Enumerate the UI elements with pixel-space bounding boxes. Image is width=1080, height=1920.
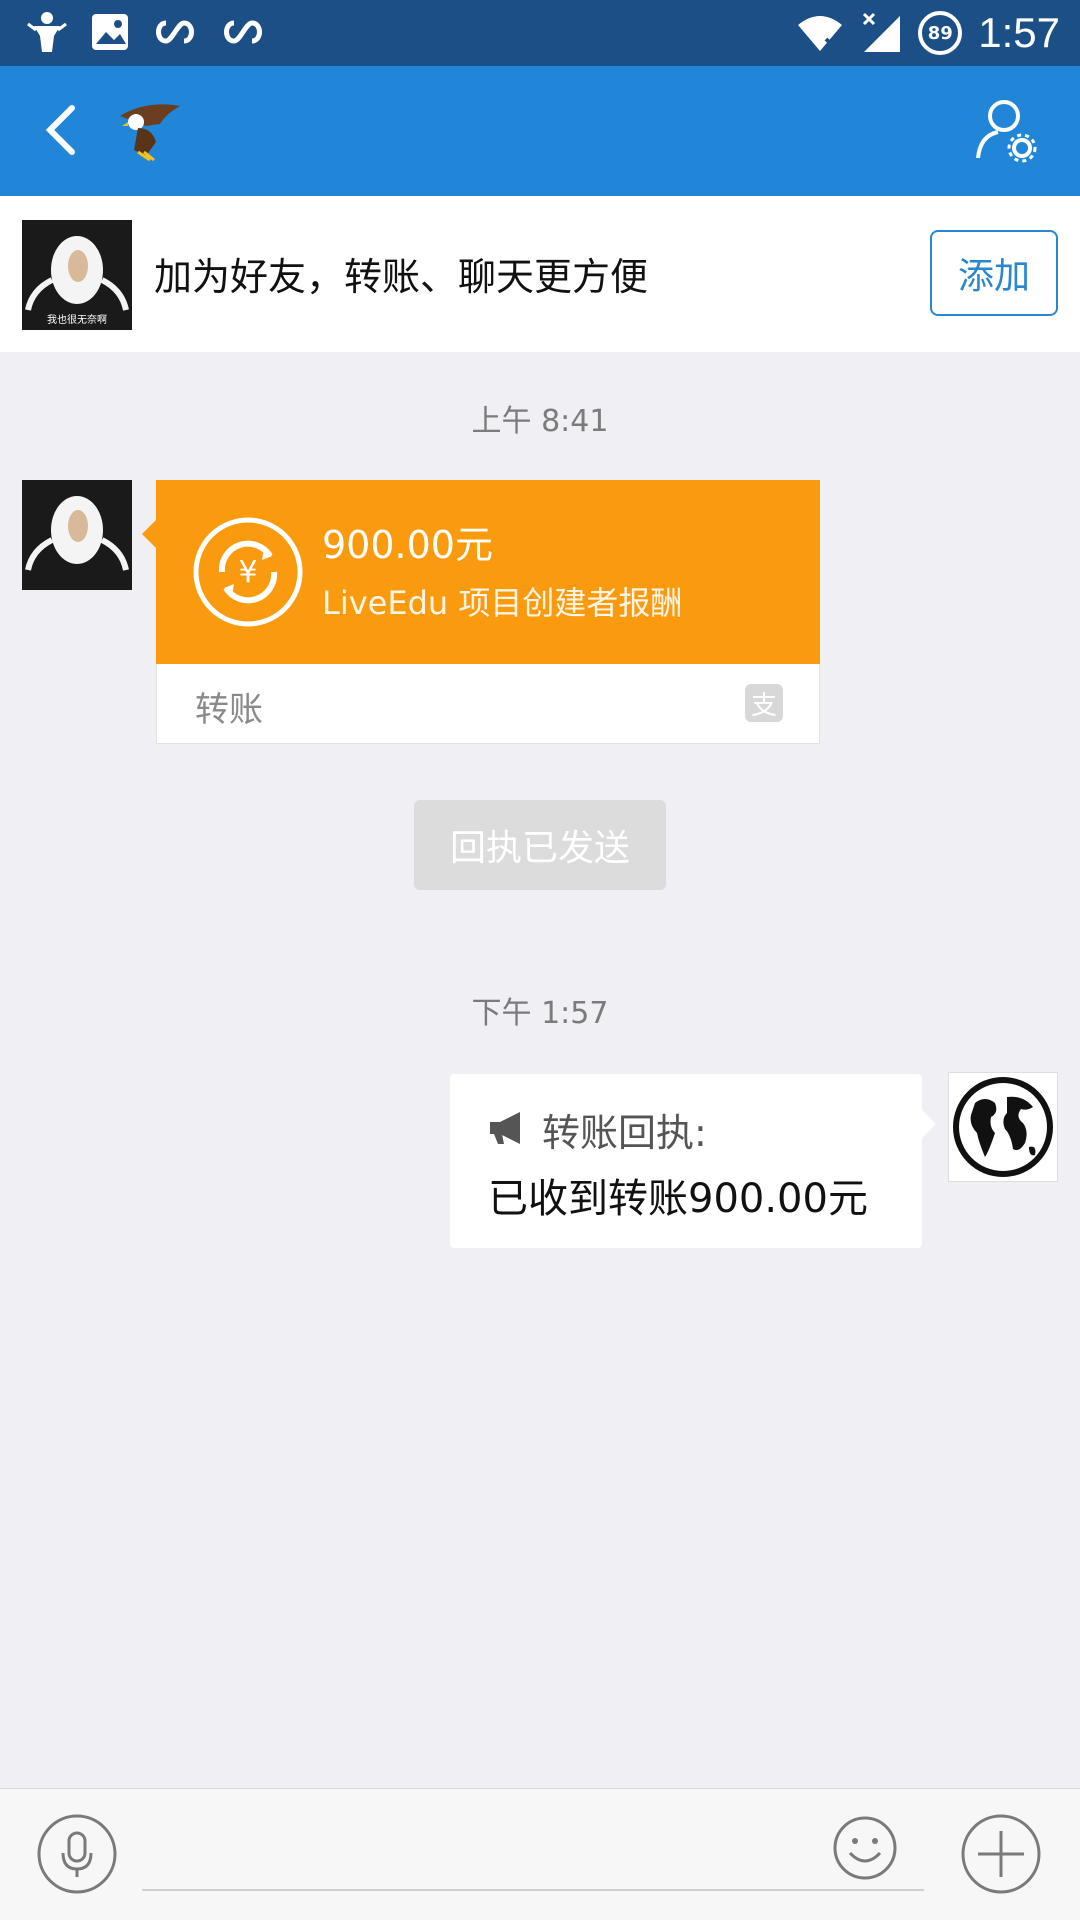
battery-icon: 89 bbox=[918, 11, 963, 55]
emoji-button[interactable] bbox=[832, 1815, 898, 1881]
signal-icon bbox=[863, 12, 901, 52]
smiley-icon bbox=[833, 1816, 897, 1880]
chat-timestamp: 上午 8:41 bbox=[471, 404, 609, 439]
bubble-pointer bbox=[922, 1110, 936, 1138]
sender-avatar[interactable] bbox=[22, 480, 132, 590]
person-notification-icon bbox=[27, 12, 67, 52]
alpaca-avatar-icon bbox=[22, 480, 132, 590]
status-time: 1:57 bbox=[978, 9, 1060, 56]
eagle-avatar[interactable] bbox=[116, 96, 186, 166]
image-notification-icon bbox=[92, 14, 128, 50]
receipt-sent-button[interactable]: 回执已发送 bbox=[414, 800, 666, 890]
transfer-type-label: 转账 bbox=[195, 690, 263, 730]
plus-circle-icon bbox=[961, 1814, 1041, 1894]
transfer-amount: 900.00元 bbox=[322, 523, 493, 567]
loop-notification-icon-2 bbox=[224, 20, 262, 44]
receipt-body: 已收到转账900.00元 bbox=[488, 1176, 868, 1222]
contact-avatar[interactable]: 我也很无奈啊 bbox=[22, 220, 132, 330]
microphone-icon bbox=[37, 1814, 117, 1894]
wifi-off-icon bbox=[798, 16, 843, 53]
alpaca-avatar-icon: 我也很无奈啊 bbox=[22, 220, 132, 330]
person-gear-icon bbox=[976, 100, 1037, 163]
status-left-icons bbox=[26, 10, 266, 54]
nav-bar bbox=[0, 66, 1080, 196]
bubble-pointer bbox=[142, 520, 156, 548]
transfer-card-header: ¥ 900.00元 LiveEdu 项目创建者报酬 bbox=[156, 480, 820, 664]
receipt-message-bubble[interactable]: 转账回执: 已收到转账900.00元 bbox=[450, 1074, 936, 1248]
add-friend-hint: 加为好友，转账、聊天更方便 bbox=[154, 255, 649, 299]
receipt-title: 转账回执: bbox=[542, 1111, 707, 1155]
svg-text:¥: ¥ bbox=[238, 555, 257, 590]
loop-notification-icon bbox=[156, 20, 194, 44]
globe-icon bbox=[953, 1077, 1053, 1177]
message-input[interactable] bbox=[142, 1819, 924, 1891]
chat-input-bar bbox=[0, 1788, 1080, 1920]
add-friend-button[interactable]: 添加 bbox=[930, 230, 1058, 316]
my-avatar[interactable] bbox=[948, 1072, 1058, 1182]
eagle-icon bbox=[120, 104, 180, 162]
more-actions-button[interactable] bbox=[960, 1813, 1042, 1895]
profile-settings-button[interactable] bbox=[970, 96, 1040, 166]
transfer-card-footer: 转账 支 bbox=[156, 664, 820, 744]
back-button[interactable] bbox=[34, 100, 94, 160]
battery-level: 89 bbox=[927, 22, 953, 44]
chat-timestamp-2: 下午 1:57 bbox=[471, 996, 609, 1031]
add-friend-banner: 我也很无奈啊 加为好友，转账、聊天更方便 添加 bbox=[0, 196, 1080, 352]
avatar-caption: 我也很无奈啊 bbox=[47, 313, 107, 326]
status-right-icons: 89 1:57 bbox=[796, 6, 1060, 60]
voice-input-button[interactable] bbox=[36, 1813, 118, 1895]
yuan-transfer-icon: ¥ bbox=[193, 517, 303, 627]
transfer-note: LiveEdu 项目创建者报酬 bbox=[322, 584, 683, 622]
status-bar: 89 1:57 bbox=[0, 0, 1080, 66]
megaphone-icon bbox=[490, 1112, 520, 1144]
alipay-icon: 支 bbox=[745, 684, 783, 722]
chevron-left-icon bbox=[45, 105, 75, 155]
transfer-card[interactable]: ¥ 900.00元 LiveEdu 项目创建者报酬 转账 支 bbox=[142, 480, 820, 744]
